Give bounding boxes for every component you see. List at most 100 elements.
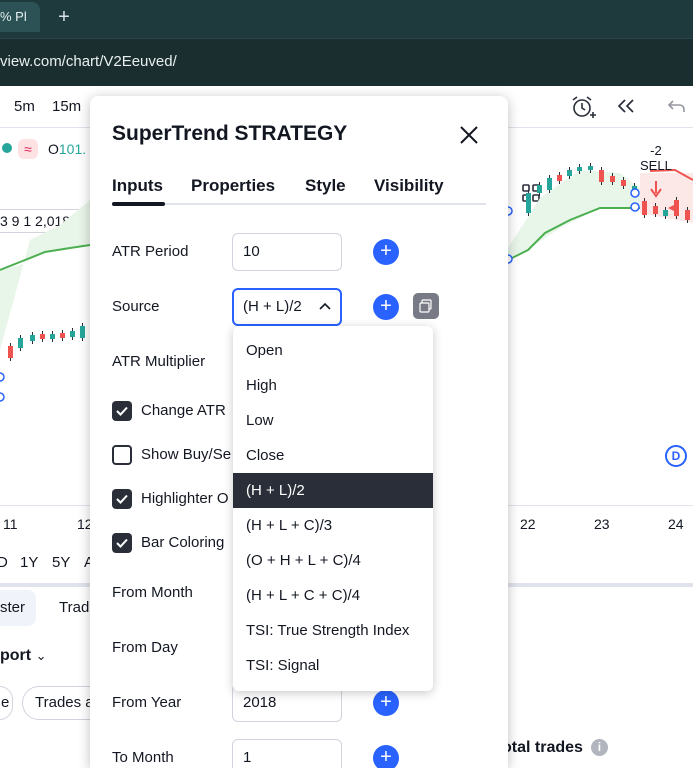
bar-coloring-checkbox[interactable]: [112, 533, 132, 553]
to-month-label: To Month: [112, 749, 174, 766]
source-option-ohlc4[interactable]: (O + H + L + C)/4: [233, 543, 433, 578]
highlighter-checkbox[interactable]: [112, 489, 132, 509]
chevron-down-icon: ⌄: [35, 648, 47, 663]
candle-body: [577, 167, 582, 171]
source-select[interactable]: (H + L)/2: [232, 288, 342, 326]
range-button-5y[interactable]: 5Y: [52, 554, 70, 571]
from-month-label: From Month: [112, 584, 193, 601]
report-dropdown[interactable]: port ⌄: [0, 647, 46, 665]
source-dropdown-menu: Open High Low Close (H + L)/2 (H + L + C…: [233, 326, 433, 691]
candle-body: [621, 180, 626, 186]
candle-body: [547, 178, 552, 190]
tab-strategy-tester[interactable]: ster: [0, 590, 36, 626]
total-trades-heading: otal trades i: [502, 739, 608, 757]
candle-body: [60, 333, 65, 338]
copy-button[interactable]: [413, 293, 439, 319]
candle-body: [8, 346, 13, 358]
change-atr-label: Change ATR: [141, 402, 226, 419]
source-option-high[interactable]: High: [233, 368, 433, 403]
candle-body: [653, 206, 658, 214]
candle-body: [18, 338, 23, 348]
browser-tab[interactable]: % Pl: [0, 2, 40, 32]
timeframe-15m[interactable]: 15m: [52, 98, 81, 115]
checkmark-icon: [116, 494, 128, 504]
highlighter-label: Highlighter O: [141, 490, 229, 507]
candle-body: [567, 170, 572, 176]
candle-body: [588, 166, 593, 170]
source-option-hlc3[interactable]: (H + L + C)/3: [233, 508, 433, 543]
browser-tab-title: % Pl: [0, 9, 27, 24]
candle-body: [40, 334, 45, 339]
total-trades-label: otal trades: [502, 739, 583, 756]
active-tab-indicator: [112, 202, 165, 206]
supertrend-fill-left: [0, 200, 90, 350]
info-icon[interactable]: i: [590, 739, 608, 756]
add-source-button[interactable]: +: [373, 294, 399, 320]
candle-body: [70, 331, 75, 337]
undo-icon[interactable]: [666, 97, 686, 115]
candle-body: [685, 210, 690, 220]
source-option-open[interactable]: Open: [233, 333, 433, 368]
bar-coloring-label: Bar Coloring: [141, 534, 225, 551]
checkmark-icon: [116, 406, 128, 416]
signal-circle: [630, 202, 640, 212]
candle-body: [663, 210, 668, 216]
source-option-hlcc4[interactable]: (H + L + C + C)/4: [233, 578, 433, 613]
range-button-1y[interactable]: 1Y: [20, 554, 38, 571]
close-icon[interactable]: [457, 123, 481, 147]
x-axis-label: 23: [594, 516, 610, 532]
source-option-tsi[interactable]: TSI: True Strength Index: [233, 613, 433, 648]
x-axis-label: 22: [520, 516, 536, 532]
signal-circle: [0, 372, 5, 382]
timeframe-5m[interactable]: 5m: [14, 98, 35, 115]
sell-count: -2: [650, 143, 662, 158]
candle-body: [642, 201, 647, 215]
source-option-low[interactable]: Low: [233, 403, 433, 438]
new-tab-button[interactable]: +: [54, 5, 74, 29]
signal-circle: [630, 188, 640, 198]
candle-body: [537, 185, 542, 193]
source-option-hl2[interactable]: (H + L)/2: [233, 473, 433, 508]
range-button-d[interactable]: D: [0, 554, 8, 571]
checkmark-icon: [116, 538, 128, 548]
tab-visibility[interactable]: Visibility: [374, 176, 444, 196]
add-to-month-button[interactable]: +: [373, 745, 399, 768]
tabs-underline: [112, 203, 486, 205]
atr-period-input[interactable]: 10: [232, 233, 342, 271]
candle-body: [526, 193, 531, 213]
show-buy-sell-label: Show Buy/Se: [141, 446, 232, 463]
source-option-close[interactable]: Close: [233, 438, 433, 473]
from-year-label: From Year: [112, 694, 182, 711]
report-label: port: [0, 647, 32, 664]
x-axis-label: 11: [3, 516, 18, 532]
chevron-up-icon: [319, 302, 331, 310]
tab-properties[interactable]: Properties: [191, 176, 275, 196]
atr-multiplier-label: ATR Multiplier: [112, 353, 206, 370]
sell-signal-label: -2 SELL: [640, 143, 672, 173]
candle-body: [80, 326, 85, 338]
replay-icon[interactable]: [616, 97, 636, 115]
copy-icon: [419, 299, 432, 313]
source-select-value: (H + L)/2: [243, 298, 302, 315]
source-label: Source: [112, 298, 160, 315]
source-option-tsi-signal[interactable]: TSI: Signal: [233, 648, 433, 683]
change-atr-checkbox[interactable]: [112, 401, 132, 421]
atr-period-label: ATR Period: [112, 243, 189, 260]
url-text: view.com/chart/V2Eeuved/: [0, 53, 177, 70]
signal-circle: [0, 392, 5, 402]
dialog-title: SuperTrend STRATEGY: [112, 122, 348, 145]
dividend-badge[interactable]: D: [665, 445, 687, 467]
address-bar[interactable]: view.com/chart/V2Eeuved/: [0, 38, 693, 86]
add-from-year-button[interactable]: +: [373, 690, 399, 716]
to-month-input[interactable]: 1: [232, 739, 342, 768]
from-day-label: From Day: [112, 639, 178, 656]
add-atr-period-button[interactable]: +: [373, 239, 399, 265]
sell-text: SELL: [640, 158, 672, 173]
tab-inputs[interactable]: Inputs: [112, 176, 163, 196]
tab-style[interactable]: Style: [305, 176, 346, 196]
browser-tab-bar: % Pl +: [0, 0, 693, 38]
x-axis-label: 24: [668, 516, 684, 532]
show-buy-sell-checkbox[interactable]: [112, 445, 132, 465]
candle-body: [50, 334, 55, 339]
alarm-clock-icon[interactable]: [570, 95, 596, 119]
